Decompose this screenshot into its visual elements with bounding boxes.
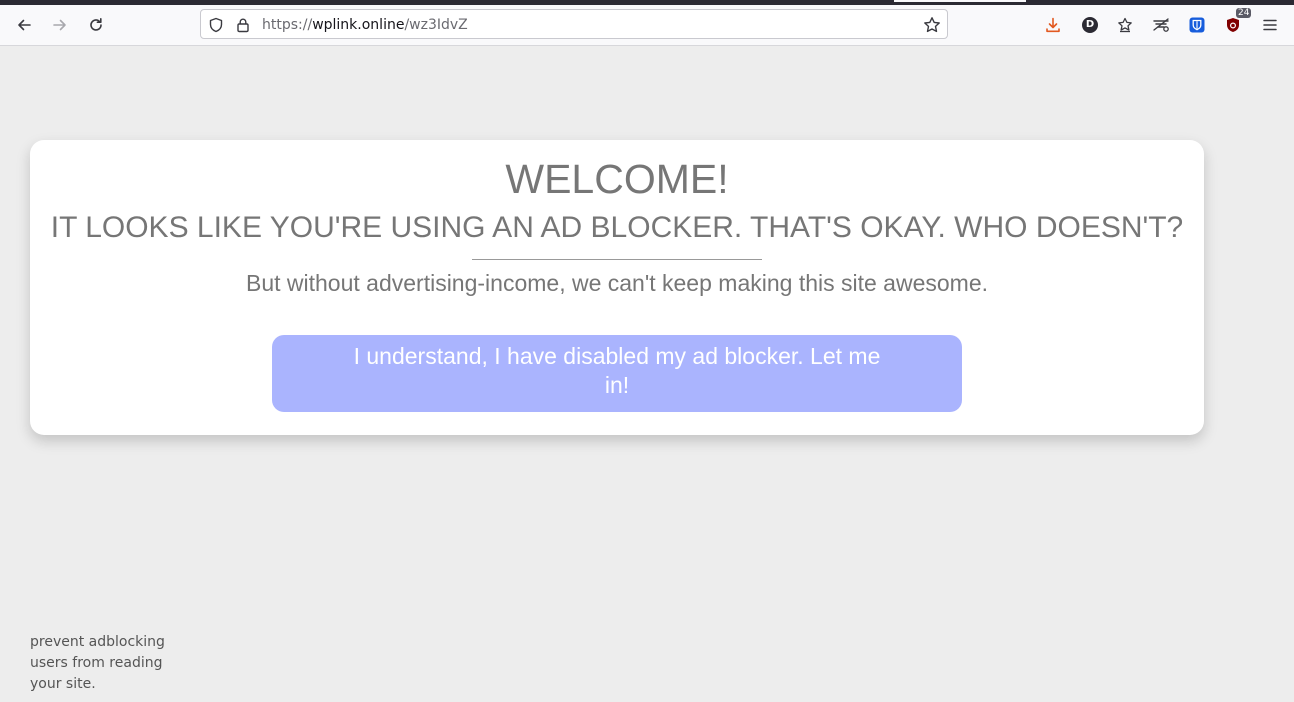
extension-button[interactable] <box>1111 11 1139 39</box>
bitwarden-button[interactable] <box>1183 11 1211 39</box>
devtools-extension-button[interactable] <box>1147 11 1175 39</box>
active-tab-edge[interactable] <box>894 0 1026 2</box>
divider <box>472 259 762 260</box>
ublock-button[interactable]: 24 <box>1219 8 1252 39</box>
browser-toolbar: https://wplink.online/wz3IdvZ D 24 <box>0 5 1294 46</box>
footer-note: prevent adblocking users from reading yo… <box>30 634 165 692</box>
adblock-message: But without advertising-income, we can't… <box>245 270 989 296</box>
url-scheme: https:// <box>262 17 313 33</box>
bitwarden-shield-icon <box>1189 17 1205 33</box>
tracking-protection-shield-icon[interactable] <box>207 16 225 34</box>
ublock-shield-icon <box>1225 17 1241 33</box>
hamburger-menu-icon <box>1262 17 1278 33</box>
account-button[interactable]: D <box>1076 11 1104 39</box>
account-avatar-icon: D <box>1082 17 1098 33</box>
ublock-count-badge: 24 <box>1236 8 1252 18</box>
url-text[interactable]: https://wplink.online/wz3IdvZ <box>262 16 468 34</box>
url-path: /wz3IdvZ <box>404 17 468 33</box>
reload-icon <box>88 17 104 33</box>
lock-icon[interactable] <box>234 16 252 34</box>
adblock-notice-card: WELCOME! IT LOOKS LIKE YOU'RE USING AN A… <box>30 140 1204 435</box>
account-letter: D <box>1085 19 1095 30</box>
address-bar[interactable]: https://wplink.online/wz3IdvZ <box>200 9 948 39</box>
bookmark-star-icon[interactable] <box>923 16 941 34</box>
reload-button[interactable] <box>82 11 110 39</box>
extension-star-icon <box>1117 17 1133 33</box>
downloads-button[interactable] <box>1039 11 1067 39</box>
arrow-right-icon <box>52 17 68 33</box>
tools-icon <box>1152 17 1170 33</box>
arrow-left-icon <box>16 17 32 33</box>
forward-button[interactable] <box>46 11 74 39</box>
app-menu-button[interactable] <box>1256 11 1284 39</box>
url-host: wplink.online <box>312 17 405 33</box>
adblock-subtitle: IT LOOKS LIKE YOU'RE USING AN AD BLOCKER… <box>50 211 1184 244</box>
back-button[interactable] <box>10 11 38 39</box>
disable-adblock-confirm-button[interactable]: I understand, I have disabled my ad bloc… <box>272 335 962 412</box>
download-icon <box>1045 17 1061 33</box>
page-title: WELCOME! <box>505 156 729 202</box>
